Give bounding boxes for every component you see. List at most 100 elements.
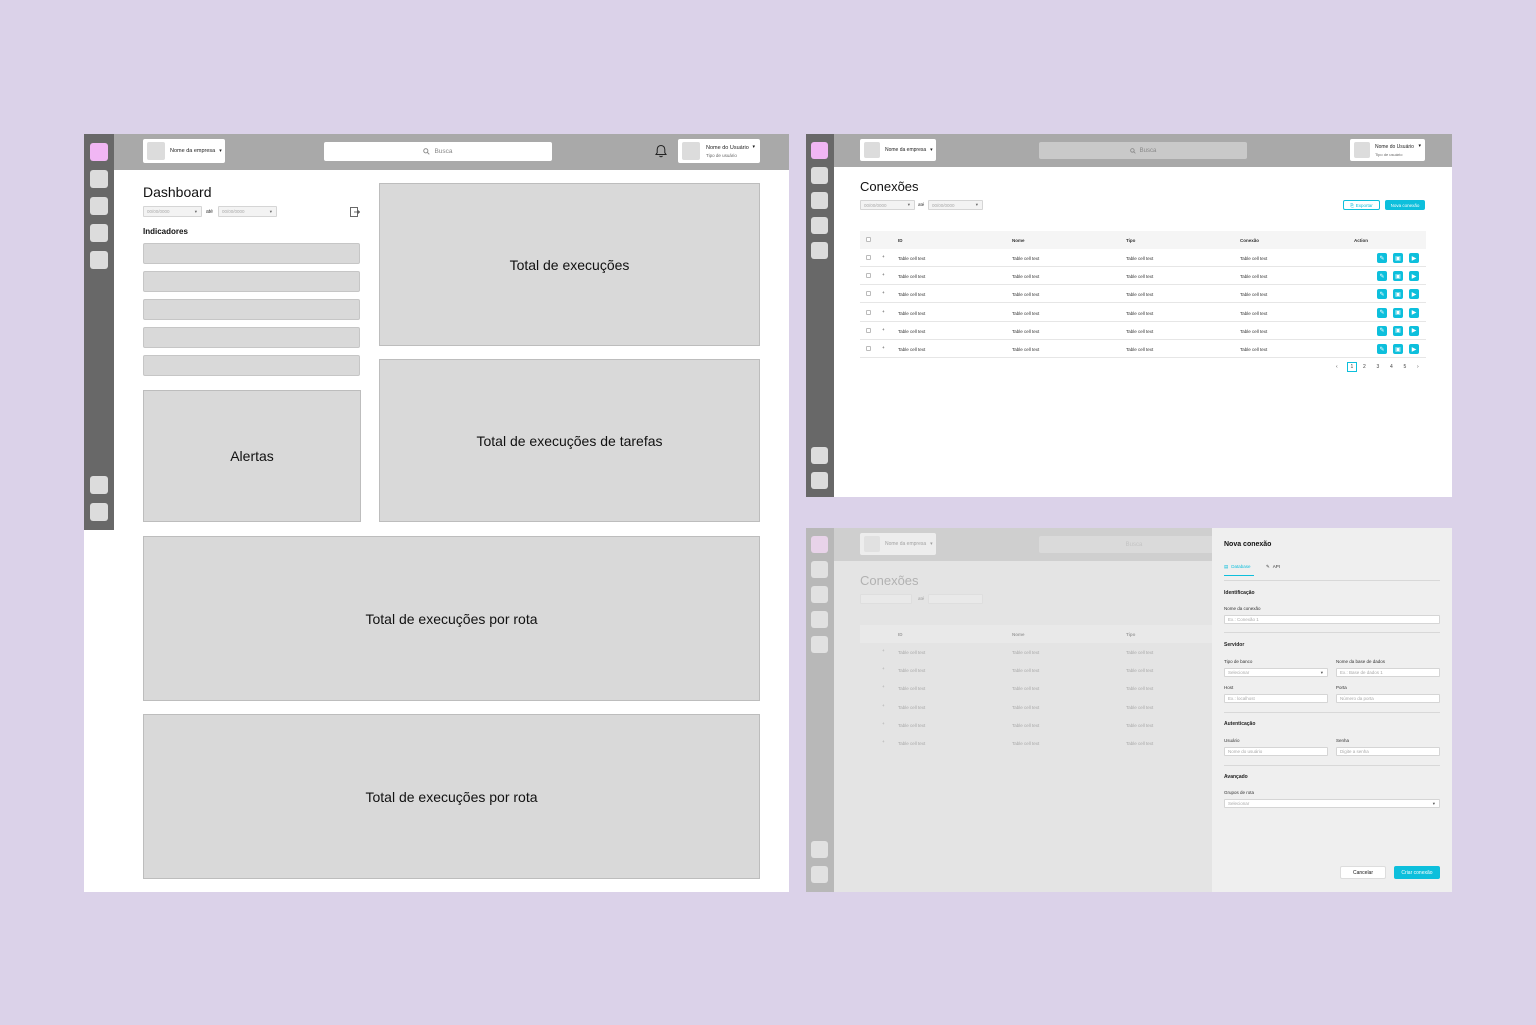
delete-icon[interactable]: ▣ xyxy=(1393,253,1403,263)
tabs-divider xyxy=(1224,580,1440,581)
col-conexao[interactable]: Conexão xyxy=(1240,238,1259,243)
date-to-field[interactable]: 00/00/0000 ▾ xyxy=(218,206,277,217)
edit-icon[interactable]: ✎ xyxy=(1377,344,1387,354)
user-menu[interactable]: Nome do Usuário Tipo de usuário ▾ xyxy=(1350,139,1425,161)
expand-icon[interactable]: + xyxy=(882,309,885,314)
delete-icon[interactable]: ▣ xyxy=(1393,307,1403,318)
nav-item-4 xyxy=(811,611,828,628)
row-checkbox[interactable] xyxy=(866,273,871,279)
edit-icon[interactable]: ✎ xyxy=(1377,271,1387,282)
delete-icon[interactable]: ▣ xyxy=(1393,271,1403,282)
nav-item-4[interactable] xyxy=(90,224,108,242)
card-total-execucoes-label: Total de execuções xyxy=(509,256,630,273)
run-icon[interactable]: ▶ xyxy=(1409,307,1419,318)
nav-item-2[interactable] xyxy=(811,167,828,184)
nav-item-bottom-2[interactable] xyxy=(811,472,828,489)
dimmed-topbar: Nome da empresa ▾ Busca xyxy=(834,528,1229,561)
search-input[interactable]: Busca xyxy=(1039,142,1247,159)
expand-icon[interactable]: + xyxy=(882,327,885,332)
col-nome[interactable]: Nome xyxy=(1012,238,1025,243)
chevron-down-icon: ▾ xyxy=(1418,143,1421,149)
run-icon[interactable]: ▶ xyxy=(1409,271,1419,282)
page-button[interactable]: 3 xyxy=(1377,364,1380,370)
nova-conexao-button[interactable]: Nova conexão xyxy=(1385,200,1425,210)
nav-item-5[interactable] xyxy=(90,251,108,269)
row-checkbox[interactable] xyxy=(866,346,871,351)
expand-icon[interactable]: + xyxy=(882,290,885,295)
criar-conexao-button[interactable]: Criar conexão xyxy=(1394,866,1440,879)
table-row[interactable]: + Table cell text Table cell text Table cel… xyxy=(860,304,1426,322)
export-button[interactable]: ⎘ Exportar xyxy=(1343,200,1380,210)
expand-icon[interactable]: + xyxy=(882,254,885,259)
run-icon[interactable]: ▶ xyxy=(1409,253,1419,263)
delete-icon[interactable]: ▣ xyxy=(1393,289,1403,300)
nav-item-3[interactable] xyxy=(90,197,108,215)
page-button[interactable]: 5 xyxy=(1404,364,1407,370)
nav-item-3[interactable] xyxy=(811,192,828,209)
table-row[interactable]: + Table cell text Table cell text Table cel… xyxy=(860,322,1426,340)
next-page-button[interactable]: › xyxy=(1417,364,1419,370)
date-from-field[interactable]: 00/00/0000 ▾ xyxy=(860,200,915,210)
nome-conexao-field[interactable]: Ex.: Conexão 1 xyxy=(1224,615,1440,624)
delete-icon[interactable]: ▣ xyxy=(1393,325,1403,336)
porta-field[interactable]: Número da porta xyxy=(1336,694,1440,703)
page-button[interactable]: 4 xyxy=(1390,364,1393,370)
expand-icon[interactable]: + xyxy=(882,272,885,277)
run-icon[interactable]: ▶ xyxy=(1409,344,1419,354)
row-checkbox[interactable] xyxy=(866,309,871,315)
table-row[interactable]: + Table cell text Table cell text Table cel… xyxy=(860,267,1426,286)
cancel-button[interactable]: Cancelar xyxy=(1340,866,1386,879)
run-icon[interactable]: ▶ xyxy=(1409,289,1419,300)
prev-page-button[interactable]: ‹ xyxy=(1336,364,1338,370)
export-icon[interactable] xyxy=(350,207,360,217)
delete-icon[interactable]: ▣ xyxy=(1393,344,1403,354)
tab-api[interactable]: ✎ API xyxy=(1266,564,1280,576)
date-from-field[interactable]: 00/00/0000 ▾ xyxy=(143,206,202,217)
date-to-field[interactable]: 00/00/0000 ▾ xyxy=(928,200,983,210)
page-title: Dashboard xyxy=(143,184,212,200)
dimmed-table-row: + Table cell text Table cell text Table cel… xyxy=(860,734,1212,752)
edit-icon[interactable]: ✎ xyxy=(1377,307,1387,318)
row-checkbox[interactable] xyxy=(866,255,871,260)
nav-item-bottom-2[interactable] xyxy=(90,503,108,521)
expand-icon[interactable]: + xyxy=(882,345,885,350)
edit-icon[interactable]: ✎ xyxy=(1377,325,1387,336)
edit-icon[interactable]: ✎ xyxy=(1377,289,1387,300)
search-input[interactable]: Busca xyxy=(324,142,552,161)
host-field[interactable]: Ex.: localhost xyxy=(1224,694,1328,703)
user-menu[interactable]: Nome do Usuário Tipo de usuário ▾ xyxy=(678,139,760,163)
row-checkbox[interactable] xyxy=(866,291,871,297)
col-tipo[interactable]: Tipo xyxy=(1126,238,1135,243)
tipo-banco-select[interactable]: Selecionar ▾ xyxy=(1224,668,1328,677)
nome-base-field[interactable]: Ex.: Base de dados 1 xyxy=(1336,668,1440,677)
row-checkbox[interactable] xyxy=(866,327,871,333)
table-row[interactable]: + Table cell text Table cell text Table cel… xyxy=(860,340,1426,358)
col-id[interactable]: ID xyxy=(898,238,903,243)
nav-item-4[interactable] xyxy=(811,217,828,234)
search-placeholder: Busca xyxy=(434,148,453,155)
indicadores-heading: Indicadores xyxy=(143,227,188,236)
page-active[interactable]: 1 xyxy=(1346,362,1358,372)
card-total-rota-2-label: Total de execuções por rota xyxy=(365,788,538,805)
usuario-field[interactable]: Nome do usuário xyxy=(1224,747,1328,756)
table-row[interactable]: + Table cell text Table cell text Table cel… xyxy=(860,249,1426,267)
nav-item-bottom-1[interactable] xyxy=(90,476,108,494)
tab-database[interactable]: ▤ Database xyxy=(1224,564,1254,576)
company-selector[interactable]: Nome da empresa ▾ xyxy=(143,139,225,163)
run-icon[interactable]: ▶ xyxy=(1409,325,1419,336)
table-row[interactable]: + Table cell text Table cell text Table cel… xyxy=(860,285,1426,304)
grupos-rota-select[interactable]: Selecionar ▾ xyxy=(1224,799,1440,808)
nav-item-1[interactable] xyxy=(811,142,828,159)
nav-item-bottom-1[interactable] xyxy=(811,447,828,464)
senha-field[interactable]: Digite a senha xyxy=(1336,747,1440,756)
table-cell: Table cell text xyxy=(1126,668,1154,674)
company-selector[interactable]: Nome da empresa ▾ xyxy=(860,139,936,161)
nav-item-5[interactable] xyxy=(811,242,828,259)
nav-item-2[interactable] xyxy=(90,170,108,188)
bell-icon[interactable] xyxy=(655,144,667,158)
edit-icon[interactable]: ✎ xyxy=(1377,253,1387,263)
page-button[interactable]: 2 xyxy=(1363,364,1366,370)
select-all-checkbox[interactable] xyxy=(866,237,871,242)
senha-placeholder: Digite a senha xyxy=(1340,749,1369,754)
nav-item-dashboard[interactable] xyxy=(90,143,108,161)
